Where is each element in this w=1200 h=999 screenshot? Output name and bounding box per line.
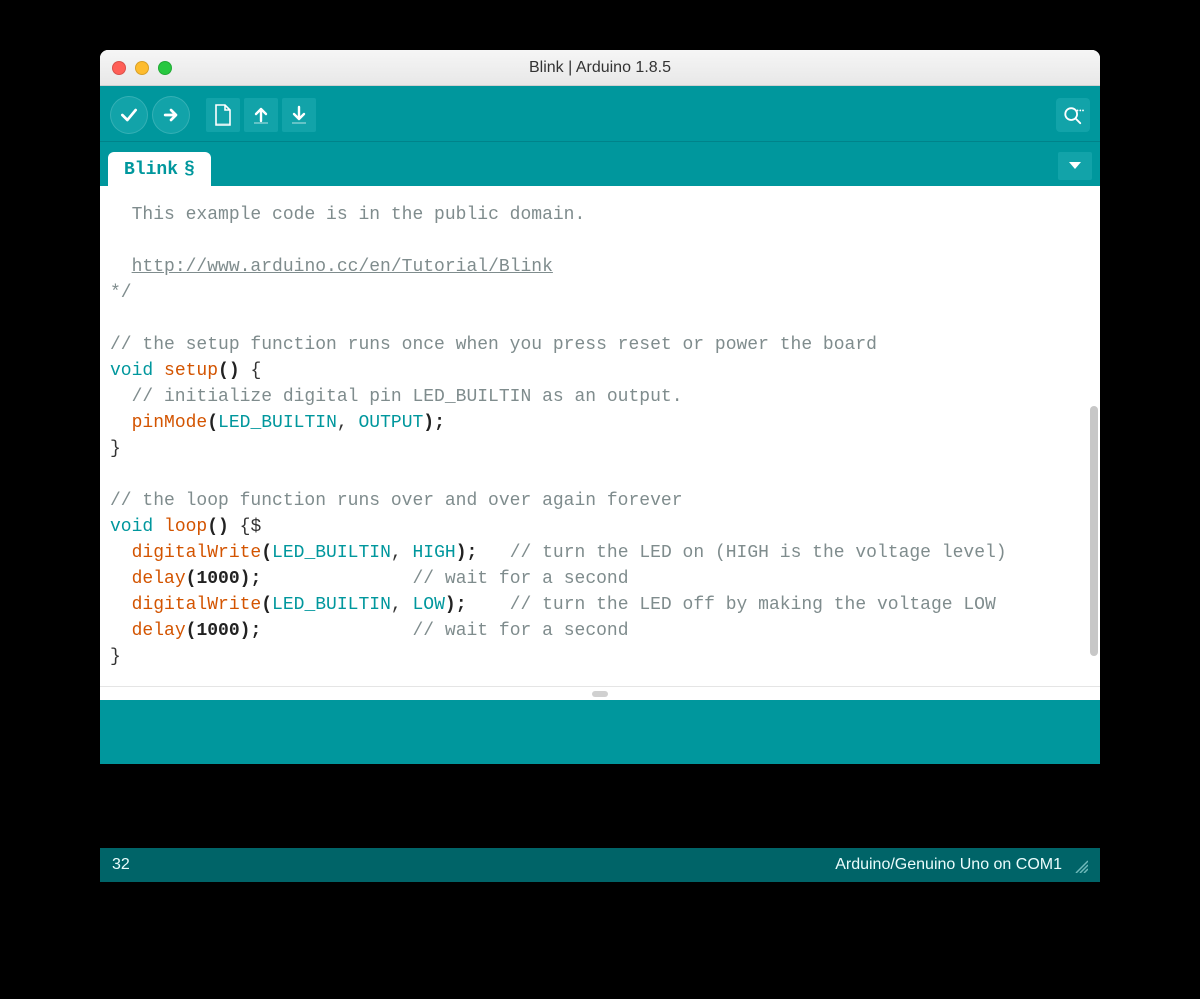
arrow-up-icon [252, 105, 270, 125]
file-icon [214, 104, 232, 126]
verify-button[interactable] [110, 96, 148, 134]
tab-label: Blink [124, 160, 178, 180]
close-window-button[interactable] [112, 61, 126, 75]
lower-black-gap [100, 764, 1100, 848]
tab-blink[interactable]: Blink § [108, 152, 211, 186]
grip-icon [592, 691, 608, 697]
console-panel [100, 700, 1100, 764]
statusbar: 32 Arduino/Genuino Uno on COM1 [100, 848, 1100, 882]
zoom-window-button[interactable] [158, 61, 172, 75]
minimize-window-button[interactable] [135, 61, 149, 75]
editor-area[interactable]: This example code is in the public domai… [100, 186, 1100, 686]
upload-button[interactable] [152, 96, 190, 134]
check-icon [119, 105, 139, 125]
chevron-down-icon [1068, 161, 1082, 171]
sketch-tabbar: Blink § [100, 142, 1100, 186]
new-sketch-button[interactable] [206, 98, 240, 132]
resize-grip-icon [1072, 857, 1088, 873]
window-title: Blink | Arduino 1.8.5 [100, 59, 1100, 77]
tab-menu-button[interactable] [1058, 152, 1092, 180]
tab-dirty-indicator: § [184, 160, 195, 180]
toolbar [100, 86, 1100, 142]
status-line-number: 32 [112, 856, 130, 874]
editor-scrollbar[interactable] [1090, 406, 1098, 656]
window-controls [112, 61, 172, 75]
titlebar: Blink | Arduino 1.8.5 [100, 50, 1100, 86]
status-board-port: Arduino/Genuino Uno on COM1 [835, 856, 1062, 874]
splitter[interactable] [100, 686, 1100, 700]
arrow-down-icon [290, 105, 308, 125]
open-sketch-button[interactable] [244, 98, 278, 132]
tutorial-link[interactable]: http://www.arduino.cc/en/Tutorial/Blink [132, 257, 553, 277]
serial-monitor-button[interactable] [1056, 98, 1090, 132]
arduino-ide-window: Blink | Arduino 1.8.5 [100, 50, 1100, 882]
save-sketch-button[interactable] [282, 98, 316, 132]
magnifier-icon [1062, 105, 1084, 125]
code-editor[interactable]: This example code is in the public domai… [100, 186, 1100, 680]
arrow-right-icon [161, 105, 181, 125]
